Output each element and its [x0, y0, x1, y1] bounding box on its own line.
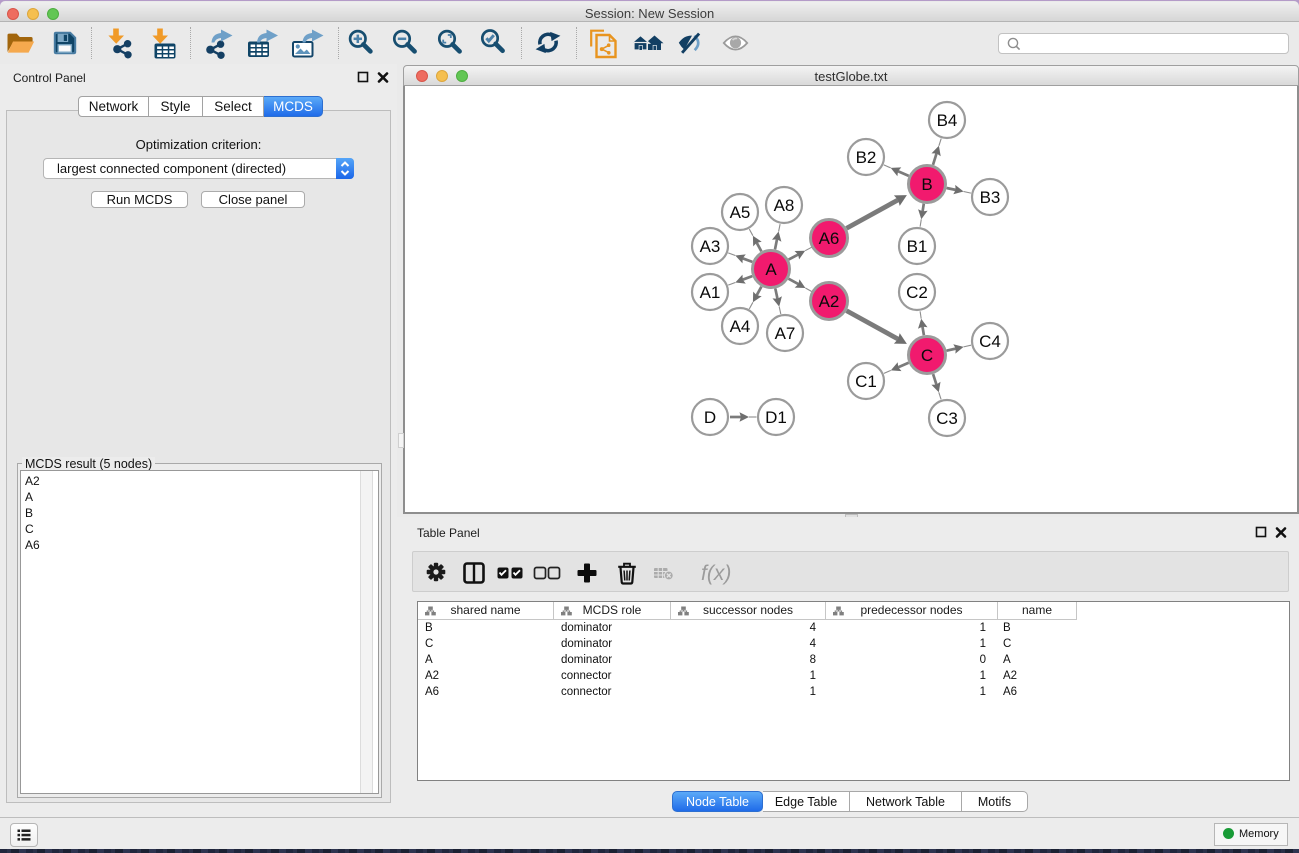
svg-text:A6: A6: [819, 229, 840, 248]
svg-text:f(x): f(x): [701, 562, 731, 585]
svg-text:A7: A7: [775, 324, 796, 343]
svg-text:B3: B3: [980, 188, 1001, 207]
svg-text:D1: D1: [765, 408, 787, 427]
svg-text:A2: A2: [819, 292, 840, 311]
svg-text:A8: A8: [774, 196, 795, 215]
svg-text:B4: B4: [937, 111, 958, 130]
svg-text:A1: A1: [700, 283, 721, 302]
svg-text:C4: C4: [979, 332, 1001, 351]
svg-text:C1: C1: [855, 372, 877, 391]
svg-text:A: A: [765, 260, 777, 279]
svg-text:C: C: [921, 346, 933, 365]
svg-text:A4: A4: [730, 317, 751, 336]
svg-text:C3: C3: [936, 409, 958, 428]
svg-text:D: D: [704, 408, 716, 427]
svg-text:B: B: [921, 175, 932, 194]
svg-text:A5: A5: [730, 203, 751, 222]
svg-text:A3: A3: [700, 237, 721, 256]
svg-text:B1: B1: [907, 237, 928, 256]
svg-text:B2: B2: [856, 148, 877, 167]
svg-text:C2: C2: [906, 283, 928, 302]
